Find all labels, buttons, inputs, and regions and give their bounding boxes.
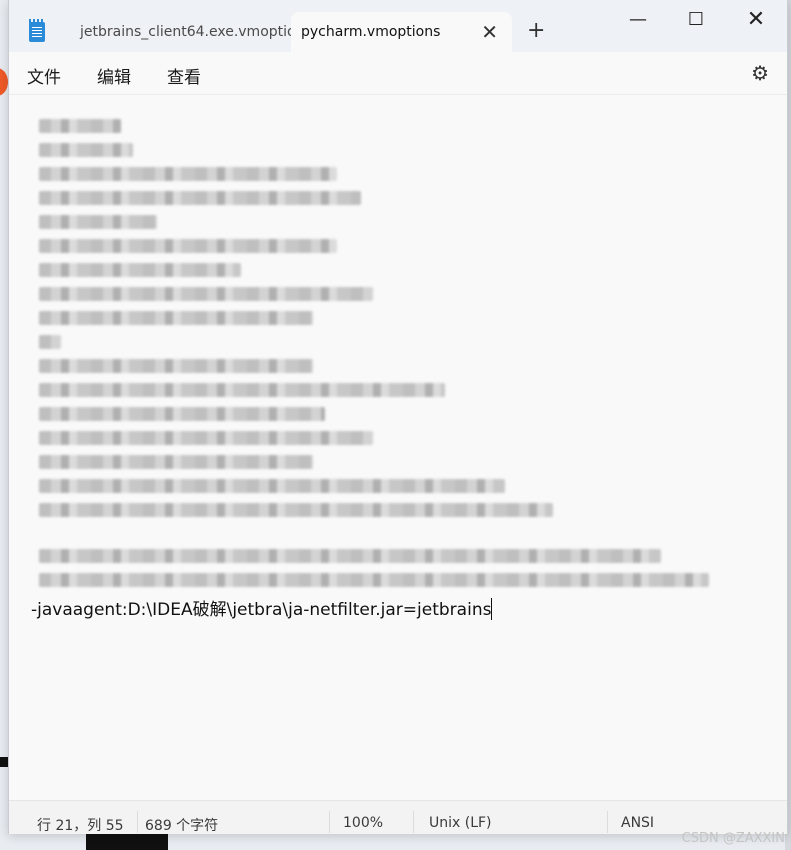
minimize-button[interactable]: — [615, 6, 661, 38]
settings-gear-icon[interactable]: ⚙ [751, 61, 769, 85]
status-divider [607, 811, 608, 833]
menu-edit[interactable]: 编辑 [97, 63, 131, 88]
line-ending[interactable]: Unix (LF) [429, 815, 492, 831]
background-app-icon [0, 68, 8, 96]
maximize-button[interactable]: ☐ [673, 6, 719, 38]
obscured-text-line [39, 287, 373, 301]
character-count: 689 个字符 [145, 818, 219, 834]
notepad-window: jetbrains_client64.exe.vmoptior pycharm.… [8, 0, 788, 834]
background-fragment [0, 757, 8, 767]
obscured-text-line [39, 119, 121, 133]
obscured-text-line [39, 311, 313, 325]
status-divider [137, 811, 138, 833]
notepad-app-icon [29, 19, 45, 42]
menu-view[interactable]: 查看 [167, 63, 201, 88]
new-tab-plus-icon[interactable]: + [527, 18, 545, 43]
obscured-text-line [39, 359, 313, 373]
close-window-button[interactable]: ✕ [733, 6, 779, 38]
text-editor[interactable]: -javaagent:D:\IDEA破解\jetbra\ja-netfilter… [9, 95, 787, 800]
tab-label: pycharm.vmoptions [301, 24, 441, 40]
status-divider [413, 811, 414, 833]
obscured-text-line [39, 431, 373, 445]
obscured-text-line [39, 479, 505, 493]
menu-bar: 文件 编辑 查看 ⚙ [9, 52, 787, 95]
watermark-text: CSDN @ZAXXIN [681, 831, 785, 846]
obscured-text-line [39, 455, 313, 469]
obscured-text-line [39, 407, 325, 421]
obscured-text-line [39, 335, 61, 349]
tab-label: jetbrains_client64.exe.vmoptior [80, 24, 291, 40]
obscured-text-line [39, 167, 337, 181]
zoom-level[interactable]: 100% [343, 815, 383, 831]
close-tab-icon[interactable]: ✕ [481, 22, 498, 42]
status-bar: 行 21，列 55 689 个字符 100% Unix (LF) ANSI [9, 800, 787, 834]
obscured-text-line [39, 191, 361, 205]
title-bar[interactable]: jetbrains_client64.exe.vmoptior pycharm.… [9, 0, 787, 52]
encoding[interactable]: ANSI [621, 815, 654, 831]
tab-pycharm-vmoptions[interactable]: pycharm.vmoptions ✕ [291, 12, 512, 52]
obscured-text-line [39, 143, 133, 157]
obscured-text-line [39, 215, 157, 229]
javaagent-line: -javaagent:D:\IDEA破解\jetbra\ja-netfilter… [31, 598, 493, 620]
obscured-text-line [39, 503, 553, 517]
obscured-text-line [39, 573, 709, 587]
cursor-position: 行 21，列 55 [37, 818, 124, 834]
text-caret [491, 598, 493, 620]
obscured-text-line [39, 549, 661, 563]
obscured-text-line [39, 239, 337, 253]
menu-file[interactable]: 文件 [27, 63, 61, 88]
tab-jetbrains-client[interactable]: jetbrains_client64.exe.vmoptior [65, 12, 291, 52]
obscured-text-line [39, 383, 445, 397]
status-divider [329, 811, 330, 833]
obscured-text-line [39, 263, 241, 277]
